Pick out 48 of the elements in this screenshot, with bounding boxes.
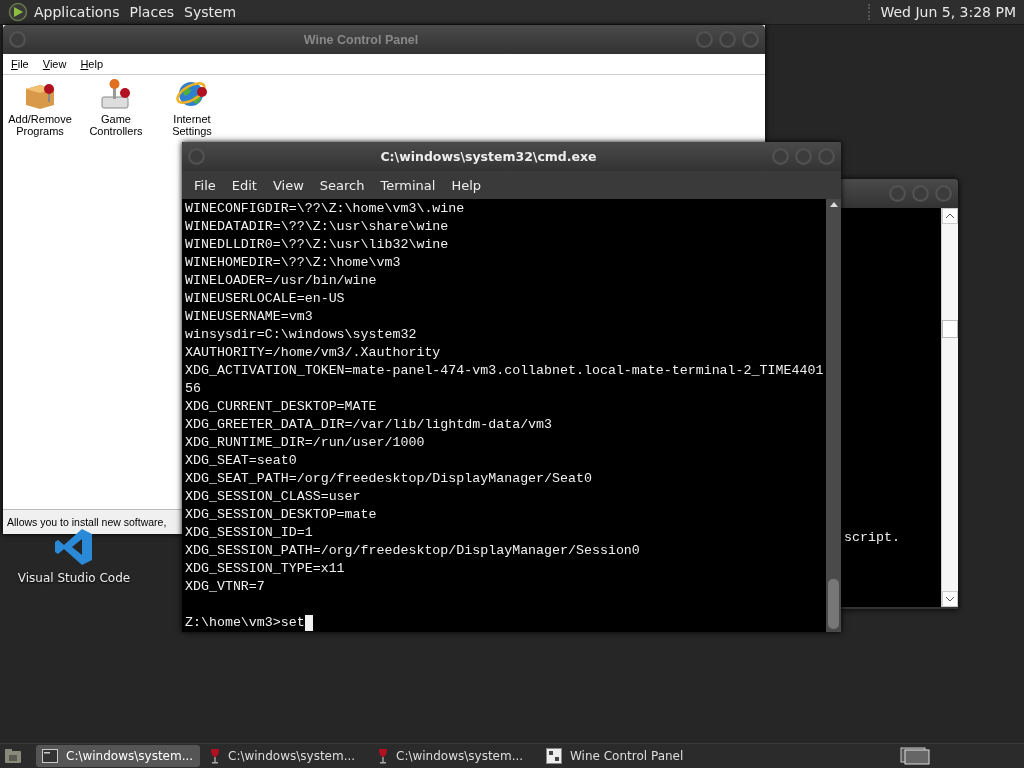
applet-label[interactable]: Internet Settings	[159, 113, 225, 137]
command-prompt: Z:\home\vm3>set	[185, 614, 305, 632]
terminal-line: XDG_VTNR=7	[185, 578, 266, 596]
terminal-line: XDG_SESSION_TYPE=x11	[185, 560, 346, 578]
desktop-icon-label[interactable]: Visual Studio Code	[17, 571, 131, 585]
terminal-line: XDG_SEAT_PATH=/org/freedesktop/DisplayManager/Seat0	[185, 470, 593, 488]
menu-item[interactable]: File	[11, 58, 29, 70]
taskbar-button[interactable]: C:\windows\system...	[372, 745, 536, 767]
terminal-line: WINEHOMEDIR=\??\Z:\home\vm3	[185, 254, 402, 272]
terminal-line: XDG_CURRENT_DESKTOP=MATE	[185, 398, 378, 416]
terminal-line: XDG_RUNTIME_DIR=/run/user/1000	[185, 434, 426, 452]
terminal-line: WINEUSERLOCALE=en-US	[185, 290, 346, 308]
terminal-line: XDG_SESSION_PATH=/org/freedesktop/DisplayManager/Session0	[185, 542, 641, 560]
terminal-line: WINELOADER=/usr/bin/wine	[185, 272, 378, 290]
menu-item[interactable]: File	[186, 177, 224, 193]
terminal-line: WINEDATADIR=\??\Z:\usr\share\wine	[185, 218, 450, 236]
terminal-line: XDG_SESSION_DESKTOP=mate	[185, 506, 378, 524]
terminal-line: XDG_GREETER_DATA_DIR=/var/lib/lightdm-data/vm3	[185, 416, 554, 434]
terminal-line: XDG_SEAT=seat0	[185, 452, 298, 470]
menu-item[interactable]: View	[264, 177, 312, 193]
terminal-line: WINEUSERNAME=vm3	[185, 308, 314, 326]
window-title: Wine Control Panel	[302, 32, 420, 47]
applet-label[interactable]: Game Controllers	[83, 113, 149, 137]
terminal-line: XDG_SESSION_CLASS=user	[185, 488, 362, 506]
terminal-line: WINECONFIGDIR=\??\Z:\home\vm3\.wine	[185, 200, 466, 218]
menu-item[interactable]: View	[42, 58, 67, 70]
terminal-line: WINEDLLDIR0=\??\Z:\usr\lib32\wine	[185, 236, 450, 254]
panel-menu[interactable]: Places	[129, 4, 175, 20]
menu-item[interactable]: Search	[311, 177, 373, 193]
terminal-line: 56	[185, 380, 202, 398]
applet-label[interactable]: Add/Remove Programs	[7, 113, 73, 137]
terminal-line: winsysdir=C:\windows\system32	[185, 326, 418, 344]
terminal-text: script.	[843, 530, 900, 545]
clock[interactable]: Wed Jun 5, 3:28 PM	[868, 4, 1016, 20]
menu-item[interactable]: Terminal	[372, 177, 444, 193]
terminal-line: XDG_SESSION_ID=1	[185, 524, 314, 542]
panel-menu[interactable]: Applications	[34, 4, 120, 20]
terminal-line: XDG_ACTIVATION_TOKEN=mate-panel-474-vm3.collabnet.local-mate-terminal-2_TIME4401	[185, 362, 825, 380]
window-title: C:\windows\system32\cmd.exe	[379, 149, 598, 164]
terminal-line: XAUTHORITY=/home/vm3/.Xauthority	[185, 344, 442, 362]
menu-item[interactable]: Edit	[223, 177, 265, 193]
taskbar-button[interactable]: Wine Control Panel	[540, 745, 704, 767]
taskbar-button[interactable]: C:\windows\system...	[204, 745, 368, 767]
panel-menu[interactable]: System	[184, 4, 237, 20]
taskbar-button[interactable]: C:\windows\system...	[36, 745, 200, 767]
menu-item[interactable]: Help	[80, 58, 104, 70]
status-text: Allows you to install new software,	[7, 516, 167, 528]
menu-item[interactable]: Help	[443, 177, 490, 193]
